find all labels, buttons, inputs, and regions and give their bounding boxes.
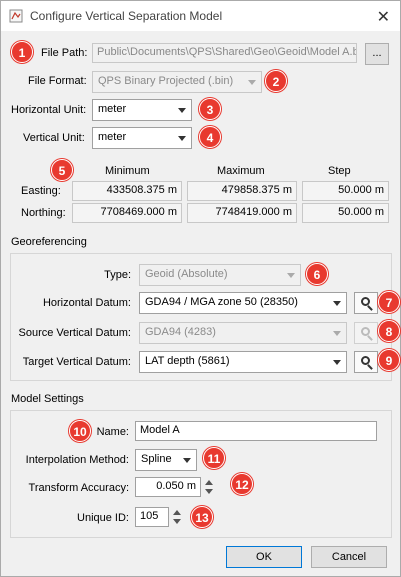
- callout-badge: 3: [199, 98, 221, 120]
- vertical-unit-combo[interactable]: meter: [92, 127, 192, 149]
- callout-badge: 9: [378, 349, 400, 371]
- chevron-down-icon: [178, 136, 186, 141]
- horizontal-datum-value: GDA94 / MGA zone 50 (28350): [145, 296, 298, 308]
- spin-down-icon[interactable]: [173, 519, 181, 524]
- file-format-label: File Format:: [28, 75, 87, 87]
- vertical-unit-label: Vertical Unit:: [23, 132, 85, 144]
- callout-badge: 5: [51, 159, 73, 181]
- file-path-field[interactable]: Public\Documents\QPS\Shared\Geo\Geoid\Mo…: [92, 43, 357, 63]
- source-vertical-datum-label: Source Vertical Datum:: [18, 327, 132, 339]
- target-vertical-search-button[interactable]: [354, 351, 378, 373]
- northing-max: 7748419.000 m: [187, 203, 297, 223]
- vertical-unit-value: meter: [98, 131, 127, 143]
- northing-label: Northing:: [21, 207, 66, 219]
- file-format-combo: QPS Binary Projected (.bin): [92, 71, 262, 93]
- horizontal-datum-label: Horizontal Datum:: [42, 297, 131, 309]
- interpolation-method-combo[interactable]: Spline: [135, 449, 197, 471]
- type-value: Geoid (Absolute): [145, 268, 228, 280]
- name-input[interactable]: Model A: [135, 421, 377, 441]
- callout-badge: 11: [203, 447, 225, 469]
- file-path-label: File Path:: [41, 47, 88, 59]
- chevron-down-icon: [333, 301, 341, 306]
- easting-min: 433508.375 m: [72, 181, 182, 201]
- source-vertical-search-button: [354, 322, 378, 344]
- ok-button[interactable]: OK: [226, 546, 302, 568]
- spin-down-icon[interactable]: [205, 489, 213, 494]
- horizontal-unit-value: meter: [98, 103, 127, 115]
- transform-accuracy-label: Transform Accuracy:: [28, 482, 129, 494]
- chevron-down-icon: [183, 458, 191, 463]
- spin-up-icon[interactable]: [173, 510, 181, 515]
- chevron-down-icon: [287, 273, 295, 278]
- northing-min: 7708469.000 m: [72, 203, 182, 223]
- callout-badge: 1: [11, 41, 33, 63]
- browse-button[interactable]: ...: [365, 43, 389, 65]
- dialog-window: Configure Vertical Separation Model ✕ Fi…: [0, 0, 401, 577]
- callout-badge: 6: [306, 263, 328, 285]
- chevron-down-icon: [333, 360, 341, 365]
- app-icon: [9, 9, 23, 23]
- horizontal-unit-combo[interactable]: meter: [92, 99, 192, 121]
- source-vertical-datum-combo: GDA94 (4283): [139, 322, 347, 344]
- header-minimum: Minimum: [105, 165, 150, 177]
- callout-badge: 13: [191, 506, 213, 528]
- callout-badge: 7: [378, 291, 400, 313]
- horizontal-datum-search-button[interactable]: [354, 292, 378, 314]
- unique-id-input[interactable]: 105: [135, 507, 169, 527]
- transform-accuracy-spinner[interactable]: [202, 477, 216, 497]
- target-vertical-datum-value: LAT depth (5861): [145, 355, 230, 367]
- chevron-down-icon: [333, 331, 341, 336]
- callout-badge: 10: [69, 420, 91, 442]
- easting-label: Easting:: [21, 185, 61, 197]
- header-step: Step: [328, 165, 351, 177]
- close-icon[interactable]: ✕: [377, 7, 390, 27]
- easting-max: 479858.375 m: [187, 181, 297, 201]
- chevron-down-icon: [178, 108, 186, 113]
- title-bar: Configure Vertical Separation Model ✕: [1, 1, 400, 31]
- easting-step: 50.000 m: [302, 181, 389, 201]
- chevron-down-icon: [248, 80, 256, 85]
- northing-step: 50.000 m: [302, 203, 389, 223]
- type-label: Type:: [104, 269, 131, 281]
- target-vertical-datum-combo[interactable]: LAT depth (5861): [139, 351, 347, 373]
- model-settings-title: Model Settings: [11, 393, 84, 405]
- horizontal-datum-combo[interactable]: GDA94 / MGA zone 50 (28350): [139, 292, 347, 314]
- unique-id-spinner[interactable]: [170, 507, 184, 527]
- type-combo: Geoid (Absolute): [139, 264, 301, 286]
- georeferencing-title: Georeferencing: [11, 236, 87, 248]
- interpolation-method-label: Interpolation Method:: [25, 454, 129, 466]
- interpolation-method-value: Spline: [141, 453, 172, 465]
- source-vertical-datum-value: GDA94 (4283): [145, 326, 216, 338]
- window-title: Configure Vertical Separation Model: [30, 9, 223, 23]
- callout-badge: 2: [265, 70, 287, 92]
- callout-badge: 12: [231, 473, 253, 495]
- file-format-value: QPS Binary Projected (.bin): [98, 75, 234, 87]
- transform-accuracy-input[interactable]: 0.050 m: [135, 477, 201, 497]
- unique-id-label: Unique ID:: [77, 512, 129, 524]
- horizontal-unit-label: Horizontal Unit:: [11, 104, 87, 116]
- target-vertical-datum-label: Target Vertical Datum:: [22, 356, 131, 368]
- spin-up-icon[interactable]: [205, 480, 213, 485]
- cancel-button[interactable]: Cancel: [311, 546, 387, 568]
- callout-badge: 4: [199, 126, 221, 148]
- callout-badge: 8: [378, 320, 400, 342]
- header-maximum: Maximum: [217, 165, 265, 177]
